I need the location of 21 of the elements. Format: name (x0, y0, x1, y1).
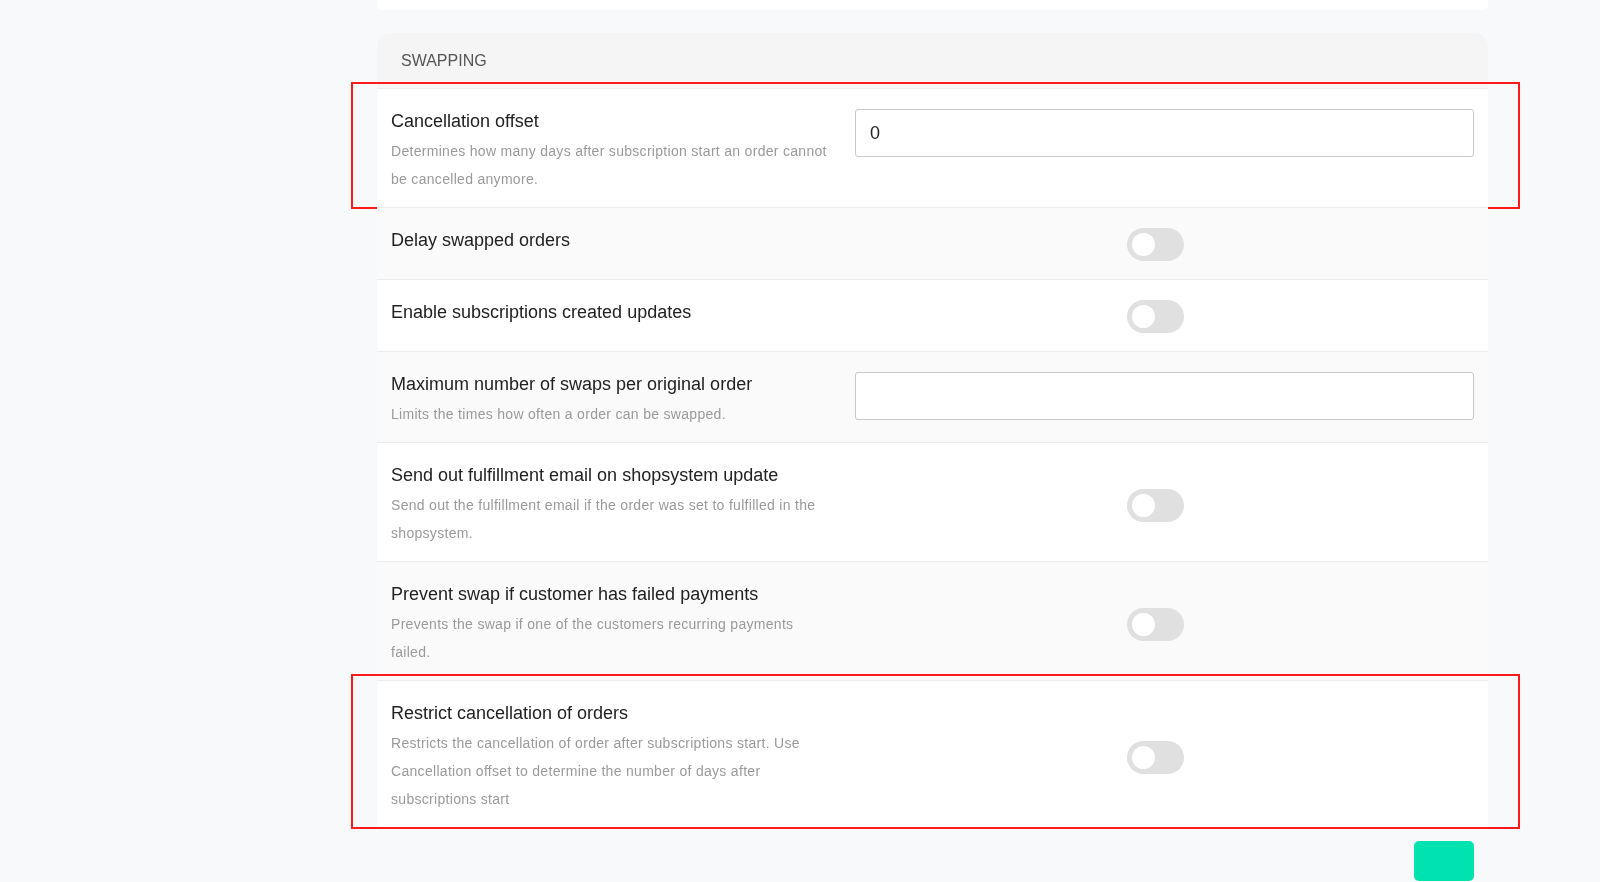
text-input-field[interactable]: 0 (855, 109, 1474, 157)
toggle-switch[interactable] (1127, 607, 1184, 641)
setting-description: Limits the times how often a order can be swapped. (391, 405, 727, 424)
setting-description: Determines how many days after subscription start an order cannot be cancelled anymore. (391, 142, 828, 189)
setting-label: Prevent swap if customer has failed payments (391, 583, 760, 606)
toggle-switch[interactable] (1127, 488, 1184, 522)
setting-label: Restrict cancellation of orders (391, 702, 630, 725)
toggle-switch[interactable] (1127, 300, 1184, 333)
setting-description: Send out the fulfillment email if the order was set to fulfilled in the shopsystem. (391, 496, 817, 543)
section-title: SWAPPING (401, 50, 487, 71)
setting-label: Delay swapped orders (391, 229, 572, 252)
setting-label: Cancellation offset (391, 110, 540, 133)
toggle-switch[interactable] (1127, 740, 1184, 774)
setting-description: Prevents the swap if one of the customers recurring payments failed. (391, 615, 795, 662)
setting-description: Restricts the cancellation of order after subscriptions start. Use Cancellation offset to determine the number of days after subscriptions start (391, 734, 801, 809)
action-button[interactable] (1414, 841, 1474, 881)
setting-label: Enable subscriptions created updates (391, 301, 693, 324)
text-input-field[interactable] (855, 372, 1474, 420)
toggle-switch[interactable] (1127, 228, 1184, 261)
setting-label: Send out fulfillment email on shopsystem update (391, 464, 780, 487)
setting-label: Maximum number of swaps per original order (391, 373, 754, 396)
